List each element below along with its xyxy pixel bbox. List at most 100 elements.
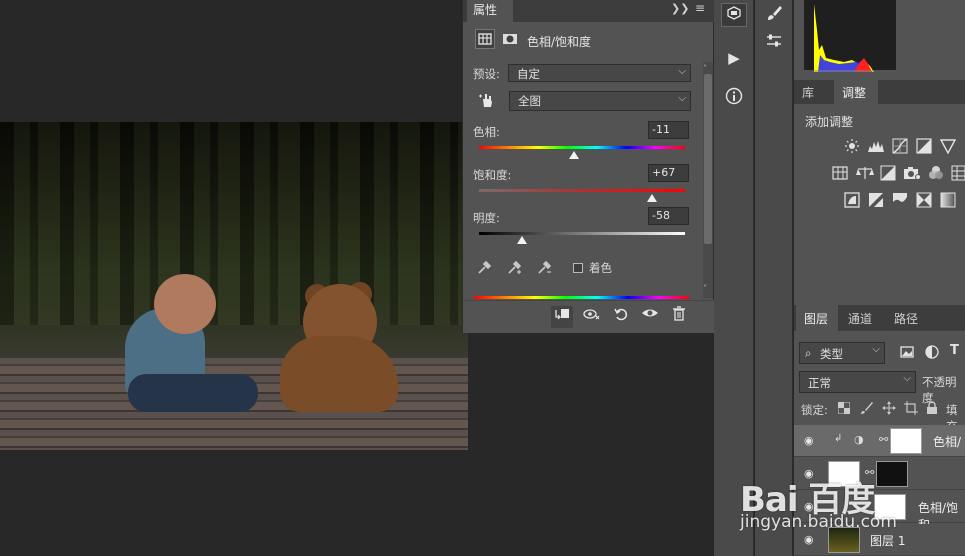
link-icon: ⚯ bbox=[879, 433, 889, 446]
levels-icon[interactable] bbox=[867, 138, 885, 157]
properties-footer bbox=[463, 300, 715, 333]
lock-image-pixels-icon[interactable] bbox=[860, 401, 874, 418]
saturation-input[interactable]: +67 bbox=[648, 164, 689, 182]
panel-menu-icon[interactable]: ≡ bbox=[695, 1, 705, 15]
pixel-layer-filter-icon[interactable] bbox=[900, 345, 914, 362]
preset-value: 自定 bbox=[517, 67, 540, 81]
curves-icon[interactable] bbox=[892, 138, 908, 157]
eyedropper-minus-icon[interactable] bbox=[536, 258, 554, 279]
adjustments-tab-bar: 库 调整 bbox=[794, 80, 965, 104]
black-white-icon[interactable] bbox=[880, 165, 896, 184]
color-balance-icon[interactable] bbox=[856, 165, 874, 184]
adjustment-type-icon: ◑ bbox=[854, 433, 864, 446]
channel-value: 全图 bbox=[518, 94, 541, 108]
tab-channels[interactable]: 通道 bbox=[840, 305, 884, 331]
hue-saturation-icon[interactable] bbox=[832, 165, 848, 184]
chevron-down-icon: ⌵ bbox=[678, 93, 686, 104]
properties-tab-bar: 属性 ❯❯ ≡ bbox=[463, 0, 715, 22]
brush-icon[interactable] bbox=[761, 4, 787, 28]
lightness-slider-track[interactable] bbox=[479, 232, 685, 235]
vibrance-icon[interactable] bbox=[939, 138, 957, 157]
preset-dropdown[interactable]: 自定 ⌵ bbox=[508, 64, 691, 82]
properties-scrollbar-thumb[interactable] bbox=[704, 74, 712, 244]
brightness-contrast-icon[interactable] bbox=[844, 138, 860, 157]
lock-all-icon[interactable] bbox=[926, 401, 938, 418]
actions-play-icon[interactable]: ▶ bbox=[721, 46, 747, 70]
scroll-down-icon[interactable]: ˅ bbox=[703, 284, 707, 293]
eyedropper-plus-icon[interactable] bbox=[506, 258, 524, 279]
posterize-icon[interactable] bbox=[868, 192, 884, 211]
threshold-icon[interactable] bbox=[892, 192, 908, 211]
clip-to-layer-icon[interactable] bbox=[551, 306, 573, 328]
teddy-bear-body bbox=[280, 336, 398, 412]
color-lookup-icon[interactable] bbox=[951, 165, 965, 184]
visibility-eye-icon[interactable] bbox=[639, 306, 661, 328]
scroll-up-icon[interactable]: ˄ bbox=[703, 64, 707, 73]
layer-mask-thumbnail[interactable] bbox=[890, 428, 922, 454]
lock-position-move-icon[interactable] bbox=[882, 401, 896, 418]
chevron-down-icon: ⌵ bbox=[678, 66, 686, 77]
layer-name: 色相/ bbox=[933, 435, 962, 449]
clipping-arrow-icon: ↲ bbox=[834, 433, 843, 444]
invert-icon[interactable] bbox=[844, 192, 860, 211]
saturation-slider-track[interactable] bbox=[479, 189, 685, 192]
channel-mixer-icon[interactable] bbox=[928, 165, 944, 184]
exposure-icon[interactable] bbox=[916, 138, 932, 157]
target-adjustment-hand-icon[interactable] bbox=[477, 90, 497, 110]
tab-adjustments[interactable]: 调整 bbox=[834, 80, 878, 104]
forest-background bbox=[0, 122, 468, 326]
adjustment-layer-icon[interactable] bbox=[475, 29, 495, 49]
tab-layers[interactable]: 图层 bbox=[796, 305, 838, 331]
hue-label: 色相: bbox=[473, 125, 500, 139]
reset-icon[interactable] bbox=[610, 306, 632, 328]
blend-mode-dropdown[interactable]: 正常 ⌵ bbox=[799, 371, 916, 393]
lightness-slider-thumb[interactable] bbox=[517, 236, 528, 244]
document-photo[interactable] bbox=[0, 122, 468, 450]
collapse-panel-icon[interactable]: ❯❯ bbox=[671, 2, 689, 15]
adjustment-title: 色相/饱和度 bbox=[527, 35, 592, 49]
chevron-down-icon: ⌵ bbox=[903, 373, 911, 384]
blend-mode-value: 正常 bbox=[808, 376, 831, 390]
saturation-label: 饱和度: bbox=[473, 168, 512, 182]
tab-paths[interactable]: 路径 bbox=[886, 305, 930, 331]
info-icon[interactable] bbox=[721, 87, 747, 111]
search-icon: ⌕ bbox=[805, 346, 812, 360]
hue-slider-thumb[interactable] bbox=[568, 151, 579, 159]
eyedropper-icon[interactable] bbox=[476, 258, 494, 279]
preset-label: 预设: bbox=[473, 67, 500, 81]
hue-range-bar bbox=[474, 296, 689, 299]
lock-transparent-pixels-icon[interactable] bbox=[837, 401, 851, 417]
tab-properties[interactable]: 属性 bbox=[467, 0, 513, 22]
colorize-checkbox[interactable] bbox=[573, 263, 583, 273]
lock-label: 锁定: bbox=[801, 403, 828, 417]
delete-trash-icon[interactable] bbox=[668, 306, 690, 328]
baidu-watermark: Bai 百度 jingyan.baidu.com bbox=[738, 470, 965, 556]
saturation-slider-thumb[interactable] bbox=[647, 194, 658, 202]
adjustment-layer-filter-icon[interactable] bbox=[925, 345, 939, 362]
hue-input[interactable]: -11 bbox=[648, 121, 689, 139]
lock-artboard-icon[interactable] bbox=[904, 401, 918, 418]
histogram bbox=[804, 0, 896, 72]
layer-row-hue-sat-clipped[interactable]: ◉ ↲ ◑ ⚯ 色相/ bbox=[794, 425, 965, 457]
channel-dropdown[interactable]: 全图 ⌵ bbox=[509, 91, 691, 111]
view-previous-state-icon[interactable] bbox=[581, 306, 603, 328]
tab-library[interactable]: 库 bbox=[794, 80, 834, 104]
gradient-map-icon[interactable] bbox=[940, 192, 956, 211]
brush-settings-icon[interactable] bbox=[761, 32, 787, 56]
baby-legs bbox=[128, 374, 258, 412]
mask-icon[interactable] bbox=[500, 29, 520, 49]
lightness-label: 明度: bbox=[473, 211, 500, 225]
photo-filter-icon[interactable] bbox=[903, 165, 921, 184]
colorize-label: 着色 bbox=[589, 261, 612, 275]
properties-panel: 属性 ❯❯ ≡ 色相/饱和度 预设: 自定 ⌵ 全图 ⌵ 色相: -11 饱和度… bbox=[462, 0, 715, 333]
layer-filter-dropdown[interactable]: ⌕ 类型 ⌵ bbox=[799, 342, 885, 364]
eye-icon[interactable]: ◉ bbox=[804, 434, 814, 447]
hue-slider-track[interactable] bbox=[479, 146, 685, 149]
layers-tab-bar: 图层 通道 路径 bbox=[794, 305, 965, 331]
baby-head bbox=[154, 274, 216, 334]
type-layer-filter-icon[interactable]: T bbox=[950, 343, 959, 358]
lightness-input[interactable]: -58 bbox=[648, 207, 689, 225]
selective-color-icon[interactable] bbox=[916, 192, 932, 211]
chevron-down-icon: ⌵ bbox=[872, 344, 880, 355]
properties-panel-icon[interactable] bbox=[721, 3, 747, 27]
